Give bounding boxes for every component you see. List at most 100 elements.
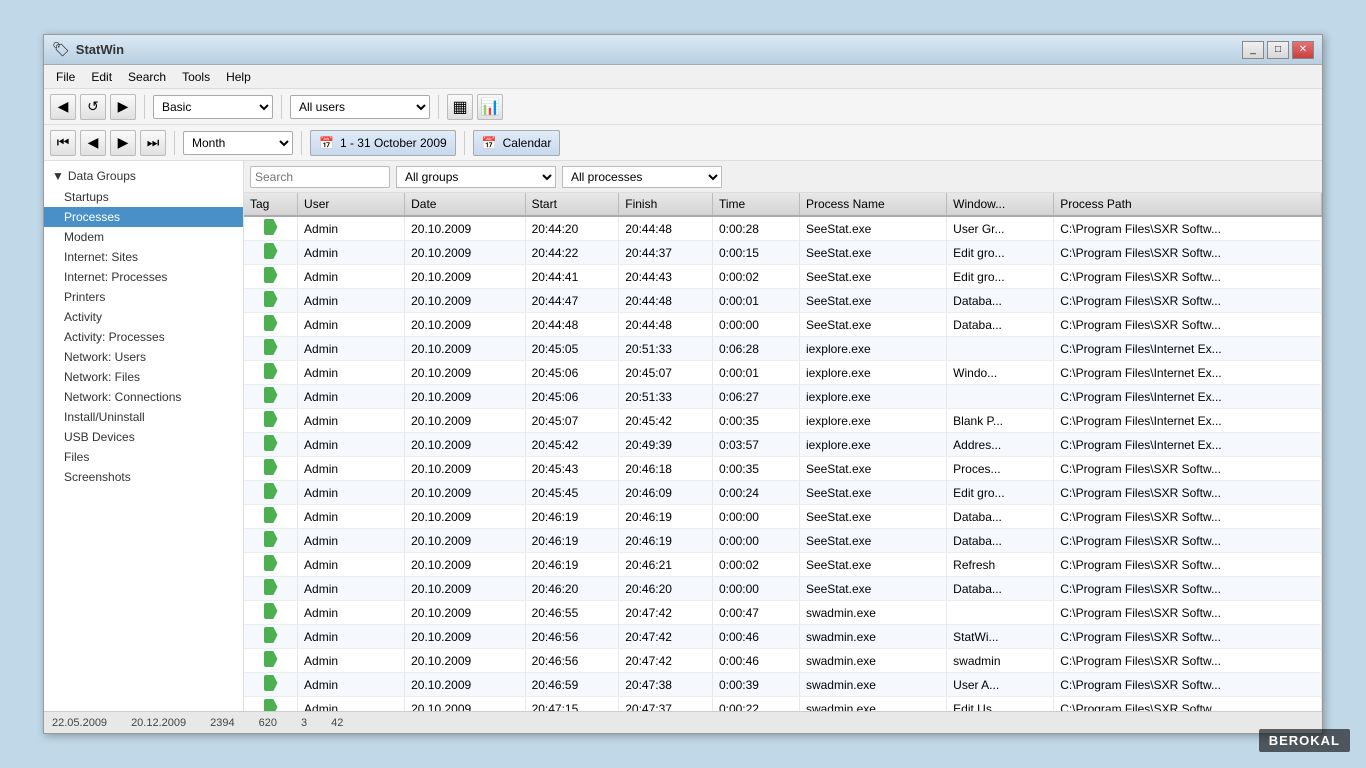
col-header-user[interactable]: User <box>298 193 405 216</box>
cell-time: 0:00:00 <box>712 505 799 529</box>
sidebar-item-network-connections[interactable]: Network: Connections <box>44 387 243 407</box>
sidebar-item-files[interactable]: Files <box>44 447 243 467</box>
sidebar-item-network-files[interactable]: Network: Files <box>44 367 243 387</box>
forward-button[interactable]: ▶ <box>110 94 136 120</box>
table-row[interactable]: Admin 20.10.2009 20:45:43 20:46:18 0:00:… <box>244 457 1322 481</box>
cell-user: Admin <box>298 529 405 553</box>
table-row[interactable]: Admin 20.10.2009 20:46:19 20:46:19 0:00:… <box>244 505 1322 529</box>
group-triangle-icon: ▼ <box>52 169 64 183</box>
cell-user: Admin <box>298 337 405 361</box>
table-row[interactable]: Admin 20.10.2009 20:44:20 20:44:48 0:00:… <box>244 216 1322 241</box>
cell-start: 20:46:59 <box>525 673 619 697</box>
cell-process-path: C:\Program Files\SXR Softw... <box>1054 601 1322 625</box>
search-input[interactable] <box>250 166 390 188</box>
green-tag-icon <box>264 411 278 427</box>
col-header-process-name[interactable]: Process Name <box>799 193 946 216</box>
menu-file[interactable]: File <box>48 68 83 86</box>
date-range-button[interactable]: 📅 1 - 31 October 2009 <box>310 130 456 156</box>
cell-process-name: SeeStat.exe <box>799 577 946 601</box>
col-header-process-path[interactable]: Process Path <box>1054 193 1322 216</box>
sidebar-item-internet-sites[interactable]: Internet: Sites <box>44 247 243 267</box>
sidebar-item-network-users[interactable]: Network: Users <box>44 347 243 367</box>
last-button[interactable]: ⏭ <box>140 130 166 156</box>
cell-date: 20.10.2009 <box>405 481 525 505</box>
sidebar-item-usb-devices[interactable]: USB Devices <box>44 427 243 447</box>
col-header-date[interactable]: Date <box>405 193 525 216</box>
table-row[interactable]: Admin 20.10.2009 20:45:45 20:46:09 0:00:… <box>244 481 1322 505</box>
groups-filter-select[interactable]: All groups <box>396 166 556 188</box>
sidebar-item-printers[interactable]: Printers <box>44 287 243 307</box>
col-header-start[interactable]: Start <box>525 193 619 216</box>
cell-window: swadmin <box>947 649 1054 673</box>
close-button[interactable]: ✕ <box>1292 41 1314 59</box>
col-header-finish[interactable]: Finish <box>619 193 713 216</box>
menu-help[interactable]: Help <box>218 68 259 86</box>
table-row[interactable]: Admin 20.10.2009 20:44:41 20:44:43 0:00:… <box>244 265 1322 289</box>
chart-view-button[interactable]: 📊 <box>477 94 503 120</box>
sidebar-item-activity[interactable]: Activity <box>44 307 243 327</box>
back-button[interactable]: ◀ <box>50 94 76 120</box>
menu-tools[interactable]: Tools <box>174 68 218 86</box>
basic-select[interactable]: Basic <box>153 95 273 119</box>
calendar-button[interactable]: 📅 Calendar <box>473 130 561 156</box>
cell-window: Addres... <box>947 433 1054 457</box>
menu-edit[interactable]: Edit <box>83 68 120 86</box>
refresh-button[interactable]: ↺ <box>80 94 106 120</box>
processes-filter-select[interactable]: All processes <box>562 166 722 188</box>
cell-user: Admin <box>298 265 405 289</box>
table-row[interactable]: Admin 20.10.2009 20:46:20 20:46:20 0:00:… <box>244 577 1322 601</box>
sidebar-item-startups[interactable]: Startups <box>44 187 243 207</box>
table-row[interactable]: Admin 20.10.2009 20:45:42 20:49:39 0:03:… <box>244 433 1322 457</box>
data-groups-label: Data Groups <box>68 169 136 183</box>
title-bar: 🏷 StatWin _ □ ✕ <box>44 35 1322 65</box>
period-select[interactable]: Month <box>183 131 293 155</box>
table-row[interactable]: Admin 20.10.2009 20:47:15 20:47:37 0:00:… <box>244 697 1322 712</box>
table-row[interactable]: Admin 20.10.2009 20:46:56 20:47:42 0:00:… <box>244 625 1322 649</box>
cell-tag <box>244 673 298 697</box>
cell-process-path: C:\Program Files\SXR Softw... <box>1054 505 1322 529</box>
table-row[interactable]: Admin 20.10.2009 20:44:22 20:44:37 0:00:… <box>244 241 1322 265</box>
table-view-button[interactable]: ▦ <box>447 94 473 120</box>
col-header-tag[interactable]: Tag <box>244 193 298 216</box>
users-select[interactable]: All users <box>290 95 430 119</box>
cell-process-name: SeeStat.exe <box>799 241 946 265</box>
cell-window: Databa... <box>947 313 1054 337</box>
sidebar-item-internet-processes[interactable]: Internet: Processes <box>44 267 243 287</box>
table-row[interactable]: Admin 20.10.2009 20:44:47 20:44:48 0:00:… <box>244 289 1322 313</box>
cell-tag <box>244 553 298 577</box>
table-row[interactable]: Admin 20.10.2009 20:45:06 20:45:07 0:00:… <box>244 361 1322 385</box>
table-row[interactable]: Admin 20.10.2009 20:46:59 20:47:38 0:00:… <box>244 673 1322 697</box>
prev-button[interactable]: ◀ <box>80 130 106 156</box>
next-button[interactable]: ▶ <box>110 130 136 156</box>
sidebar-item-install-uninstall[interactable]: Install/Uninstall <box>44 407 243 427</box>
table-row[interactable]: Admin 20.10.2009 20:45:07 20:45:42 0:00:… <box>244 409 1322 433</box>
cell-user: Admin <box>298 457 405 481</box>
sidebar-item-screenshots[interactable]: Screenshots <box>44 467 243 487</box>
col-header-time[interactable]: Time <box>712 193 799 216</box>
main-content: All groups All processes Tag User Date S… <box>244 161 1322 711</box>
cell-tag <box>244 409 298 433</box>
table-row[interactable]: Admin 20.10.2009 20:44:48 20:44:48 0:00:… <box>244 313 1322 337</box>
sidebar-item-processes[interactable]: Processes <box>44 207 243 227</box>
cell-time: 0:00:24 <box>712 481 799 505</box>
minimize-button[interactable]: _ <box>1242 41 1264 59</box>
cell-date: 20.10.2009 <box>405 601 525 625</box>
first-button[interactable]: ⏮ <box>50 130 76 156</box>
sidebar-item-modem[interactable]: Modem <box>44 227 243 247</box>
cell-process-path: C:\Program Files\Internet Ex... <box>1054 409 1322 433</box>
col-header-window[interactable]: Window... <box>947 193 1054 216</box>
green-tag-icon <box>264 435 278 451</box>
maximize-button[interactable]: □ <box>1267 41 1289 59</box>
table-row[interactable]: Admin 20.10.2009 20:45:06 20:51:33 0:06:… <box>244 385 1322 409</box>
green-tag-icon <box>264 459 278 475</box>
cell-tag <box>244 457 298 481</box>
table-row[interactable]: Admin 20.10.2009 20:46:55 20:47:42 0:00:… <box>244 601 1322 625</box>
cell-tag <box>244 241 298 265</box>
menu-search[interactable]: Search <box>120 68 174 86</box>
table-row[interactable]: Admin 20.10.2009 20:46:56 20:47:42 0:00:… <box>244 649 1322 673</box>
sidebar-item-activity-processes[interactable]: Activity: Processes <box>44 327 243 347</box>
cell-time: 0:00:35 <box>712 457 799 481</box>
table-row[interactable]: Admin 20.10.2009 20:46:19 20:46:21 0:00:… <box>244 553 1322 577</box>
table-row[interactable]: Admin 20.10.2009 20:45:05 20:51:33 0:06:… <box>244 337 1322 361</box>
table-row[interactable]: Admin 20.10.2009 20:46:19 20:46:19 0:00:… <box>244 529 1322 553</box>
